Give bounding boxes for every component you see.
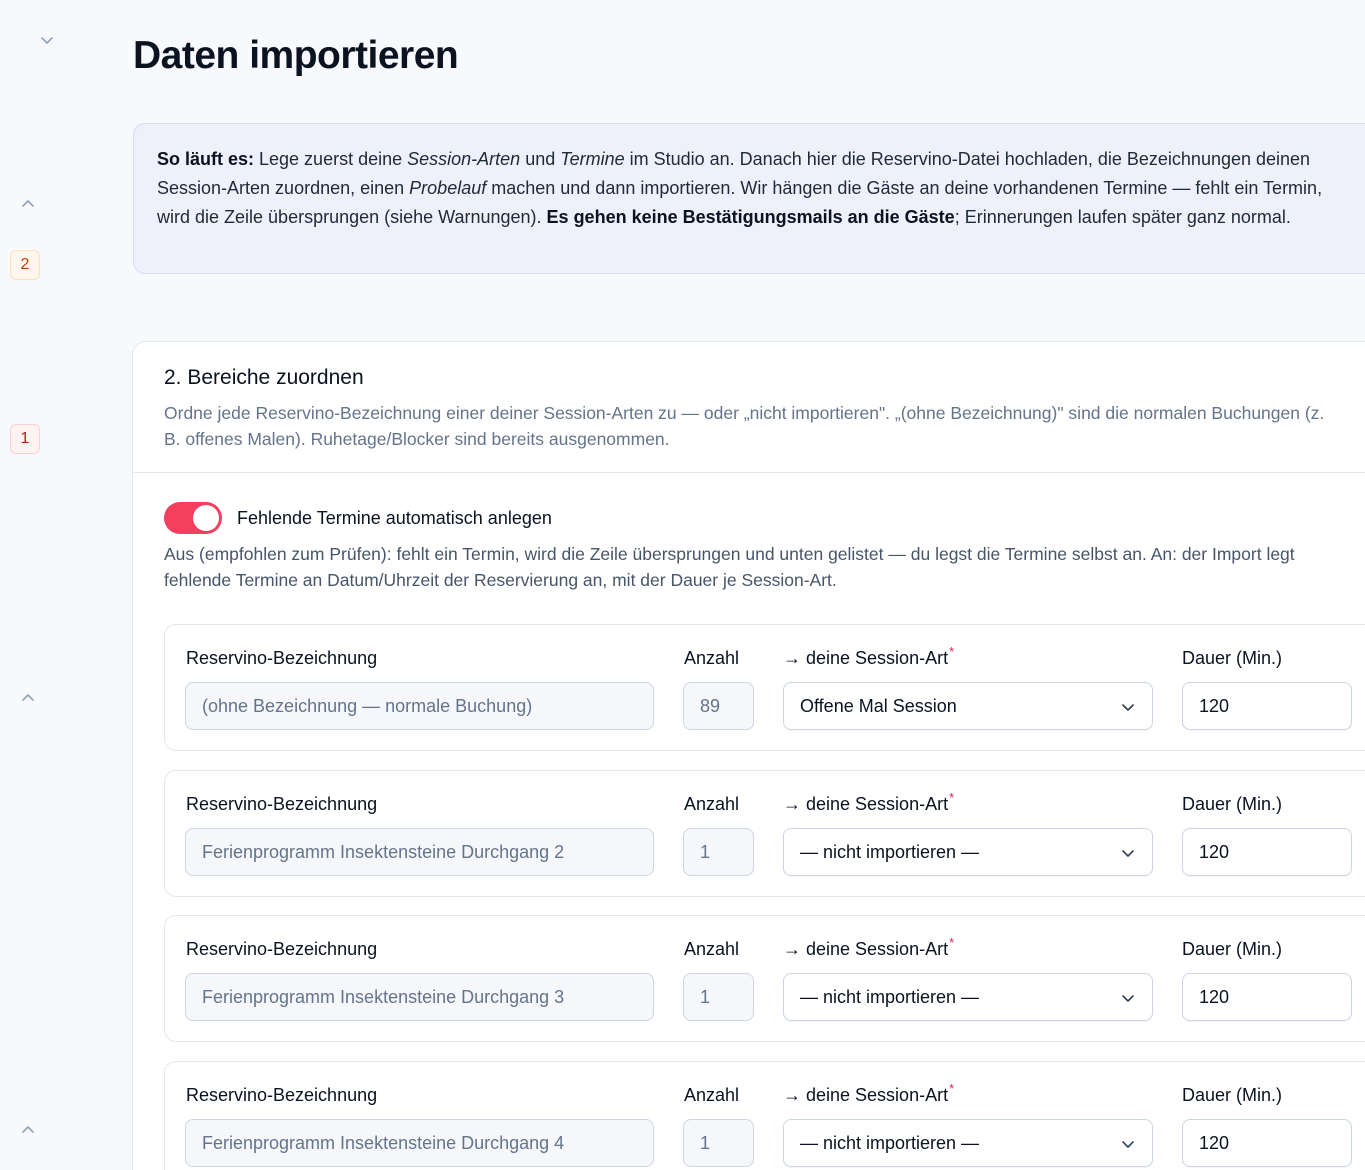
duration-input[interactable]: 120 (1182, 682, 1352, 730)
count-field: 1 (683, 973, 754, 1021)
count-label: Anzahl (684, 1085, 740, 1105)
chevron-down-icon[interactable] (39, 32, 55, 48)
name-label: Reservino-Bezeichnung (186, 1085, 378, 1105)
session-select[interactable]: Offene Mal Session (783, 682, 1153, 730)
required-mark: * (949, 935, 955, 950)
chevron-up-icon[interactable] (20, 690, 36, 706)
info-text: Lege zuerst deine (254, 149, 408, 169)
toggle-help-text: Aus (empfohlen zum Prüfen): fehlt ein Te… (164, 544, 1295, 590)
name-field: Ferienprogramm Insektensteine Durchgang … (185, 973, 654, 1021)
auto-create-toggle-row: Fehlende Termine automatisch anlegen (164, 502, 552, 534)
section-description: Ordne jede Reservino-Bezeichnung einer d… (164, 403, 1325, 449)
session-select-value: — nicht importieren — (800, 986, 980, 1007)
chevron-up-icon[interactable] (20, 1122, 36, 1138)
chevron-down-icon (1122, 704, 1134, 711)
session-select[interactable]: — nicht importieren — (783, 1119, 1153, 1167)
session-select-value: — nicht importieren — (800, 841, 980, 862)
session-select[interactable]: — nicht importieren — (783, 973, 1153, 1021)
duration-input[interactable]: 120 (1182, 973, 1352, 1021)
section-title: 2. Bereiche zuordnen (164, 366, 364, 389)
mapping-row: Reservino-Bezeichnung Anzahl → deine Ses… (164, 1061, 1365, 1170)
name-label: Reservino-Bezeichnung (186, 648, 378, 668)
step-badge[interactable]: 1 (10, 424, 40, 454)
chevron-down-icon (1122, 1141, 1134, 1148)
session-label: → deine Session-Art* (783, 935, 954, 960)
toggle-label: Fehlende Termine automatisch anlegen (237, 507, 552, 528)
session-select-value: Offene Mal Session (800, 695, 957, 716)
mapping-row: Reservino-Bezeichnung Anzahl → deine Ses… (164, 915, 1365, 1042)
info-lead: So läuft es: (157, 149, 255, 169)
count-field: 89 (683, 682, 754, 730)
info-emphasis: Probelauf (409, 178, 487, 198)
info-text: und (520, 149, 561, 169)
auto-create-toggle[interactable] (164, 502, 222, 534)
step-badge[interactable]: 2 (10, 250, 40, 280)
session-label-text: → deine Session-Art (783, 794, 949, 814)
count-field: 1 (683, 828, 754, 876)
required-mark: * (949, 790, 955, 805)
page-title: Daten importieren (133, 34, 459, 77)
duration-input[interactable]: 120 (1182, 1119, 1352, 1167)
count-field: 1 (683, 1119, 754, 1167)
left-rail: 2 1 (0, 0, 90, 1170)
chevron-down-icon (1122, 995, 1134, 1002)
duration-label: Dauer (Min.) (1182, 648, 1283, 668)
card-header: 2. Bereiche zuordnen Ordne jede Reservin… (133, 342, 1365, 473)
duration-input[interactable]: 120 (1182, 828, 1352, 876)
session-label-text: → deine Session-Art (783, 1085, 949, 1105)
toggle-knob (193, 505, 219, 531)
session-select-value: — nicht importieren — (800, 1132, 980, 1153)
session-label: → deine Session-Art* (783, 644, 954, 669)
chevron-up-icon[interactable] (20, 196, 36, 212)
session-label: → deine Session-Art* (783, 790, 954, 815)
info-emphasis: Session-Arten (407, 149, 521, 169)
info-text: ; Erinnerungen laufen später ganz normal… (954, 207, 1291, 227)
session-label: → deine Session-Art* (783, 1081, 954, 1106)
name-field: Ferienprogramm Insektensteine Durchgang … (185, 1119, 654, 1167)
mapping-row: Reservino-Bezeichnung Anzahl → deine Ses… (164, 770, 1365, 897)
count-label: Anzahl (684, 794, 740, 814)
session-label-text: → deine Session-Art (783, 939, 949, 959)
info-strong: Es gehen keine Bestätigungsmails an die … (546, 207, 955, 227)
mapping-card: 2. Bereiche zuordnen Ordne jede Reservin… (132, 341, 1365, 1170)
name-field: (ohne Bezeichnung — normale Buchung) (185, 682, 654, 730)
session-select[interactable]: — nicht importieren — (783, 828, 1153, 876)
required-mark: * (949, 1081, 955, 1096)
count-label: Anzahl (684, 939, 740, 959)
info-box: So läuft es: Lege zuerst deine Session-A… (133, 123, 1365, 274)
chevron-down-icon (1122, 850, 1134, 857)
name-label: Reservino-Bezeichnung (186, 939, 378, 959)
mapping-row: Reservino-Bezeichnung Anzahl → deine Ses… (164, 624, 1365, 751)
required-mark: * (949, 644, 955, 659)
info-emphasis: Termine (560, 149, 625, 169)
duration-label: Dauer (Min.) (1182, 1085, 1283, 1105)
count-label: Anzahl (684, 648, 740, 668)
name-field: Ferienprogramm Insektensteine Durchgang … (185, 828, 654, 876)
duration-label: Dauer (Min.) (1182, 794, 1283, 814)
session-label-text: → deine Session-Art (783, 648, 949, 668)
name-label: Reservino-Bezeichnung (186, 794, 378, 814)
duration-label: Dauer (Min.) (1182, 939, 1283, 959)
